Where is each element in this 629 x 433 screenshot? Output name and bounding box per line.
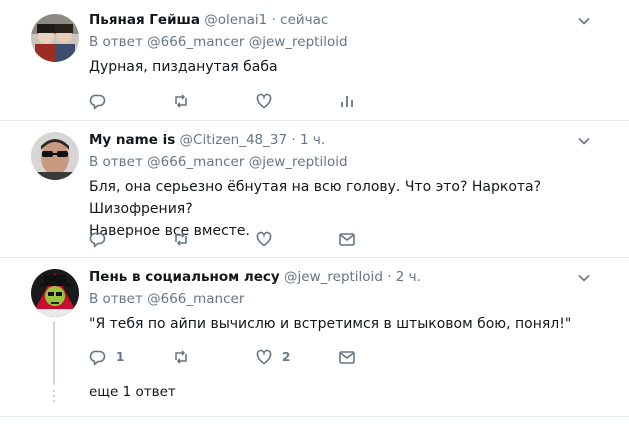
heart-icon — [256, 231, 272, 247]
retweet-icon — [175, 94, 187, 108]
action-bar — [89, 230, 421, 248]
reply-button[interactable]: 1 — [89, 348, 172, 366]
thread-dot — [53, 395, 55, 397]
analytics-button[interactable] — [338, 92, 421, 110]
retweet-button[interactable] — [172, 230, 255, 248]
tweet-header: Пень в социальном лесу @jew_reptiloid · … — [89, 268, 609, 286]
thread-line — [53, 321, 55, 385]
tweet-header: Пьяная Гейша @olenai1 · сейчас — [89, 11, 609, 29]
display-name[interactable]: Пьяная Гейша — [89, 12, 200, 28]
reply-icon — [89, 232, 106, 248]
reply-prefix: В ответ — [89, 291, 143, 307]
reply-prefix: В ответ — [89, 154, 143, 170]
action-bar — [89, 92, 421, 110]
mention-link[interactable]: @666_mancer — [147, 34, 244, 50]
like-button[interactable] — [255, 92, 338, 110]
user-handle[interactable]: @Citizen_48_37 — [180, 132, 288, 148]
timestamp[interactable]: 2 ч. — [396, 269, 421, 285]
reply-context: В ответ @666_mancer @jew_reptiloid — [89, 33, 609, 51]
chevron-down-icon[interactable] — [577, 13, 591, 27]
mention-link[interactable]: @666_mancer — [147, 154, 244, 170]
separator: · — [387, 269, 392, 285]
chevron-down-icon[interactable] — [577, 270, 591, 284]
action-bar: 1 2 — [89, 348, 421, 366]
tweet-header: My name is @Citizen_48_37 · 1 ч. — [89, 131, 609, 149]
timestamp[interactable]: 1 ч. — [300, 132, 325, 148]
reply-feed: Пьяная Гейша @olenai1 · сейчас В ответ @… — [0, 0, 629, 433]
reply-context: В ответ @666_mancer @jew_reptiloid — [89, 153, 609, 171]
avatar[interactable] — [31, 269, 79, 317]
reply-button[interactable] — [89, 92, 172, 110]
user-handle[interactable]: @jew_reptiloid — [284, 269, 383, 285]
tweet[interactable]: My name is @Citizen_48_37 · 1 ч. В ответ… — [0, 121, 629, 258]
reply-count: 1 — [116, 350, 125, 364]
avatar[interactable] — [31, 14, 79, 62]
like-count: 2 — [282, 350, 291, 364]
user-handle[interactable]: @olenai1 — [204, 12, 267, 28]
retweet-button[interactable] — [172, 348, 255, 366]
show-more-replies-link[interactable]: еще 1 ответ — [89, 384, 176, 400]
heart-icon — [256, 93, 272, 109]
thread-dot — [53, 390, 55, 392]
separator: · — [291, 132, 296, 148]
separator: · — [271, 12, 276, 28]
reply-icon — [89, 94, 106, 110]
like-button[interactable] — [255, 230, 338, 248]
reply-button[interactable] — [89, 230, 172, 248]
thread-dot — [53, 400, 55, 402]
tweet[interactable]: Пень в социальном лесу @jew_reptiloid · … — [0, 258, 629, 417]
display-name[interactable]: My name is — [89, 132, 175, 148]
mention-link[interactable]: @jew_reptiloid — [249, 154, 348, 170]
mention-link[interactable]: @666_mancer — [147, 291, 244, 307]
envelope-icon — [339, 351, 355, 364]
mention-link[interactable]: @jew_reptiloid — [249, 34, 348, 50]
timestamp[interactable]: сейчас — [280, 12, 328, 28]
tweet-text: Дурная, пизданутая баба — [89, 59, 278, 75]
chevron-down-icon[interactable] — [577, 133, 591, 147]
tweet[interactable]: Пьяная Гейша @olenai1 · сейчас В ответ @… — [0, 0, 629, 121]
display-name[interactable]: Пень в социальном лесу — [89, 269, 280, 285]
like-button[interactable]: 2 — [255, 348, 338, 366]
tweet-text: "Я тебя по айпи вычислю и встретимся в ш… — [89, 316, 572, 332]
analytics-icon — [341, 96, 353, 107]
reply-prefix: В ответ — [89, 34, 143, 50]
envelope-icon — [339, 233, 355, 246]
retweet-button[interactable] — [172, 92, 255, 110]
reply-icon — [89, 350, 106, 366]
heart-icon — [256, 349, 272, 365]
reply-context: В ответ @666_mancer — [89, 290, 609, 308]
direct-message-button[interactable] — [338, 348, 421, 366]
avatar[interactable] — [31, 132, 79, 180]
retweet-icon — [175, 232, 187, 246]
direct-message-button[interactable] — [338, 230, 421, 248]
retweet-icon — [175, 350, 187, 364]
tweet-text-line: Бля, она серьезно ёбнутая на всю голову.… — [89, 179, 542, 217]
